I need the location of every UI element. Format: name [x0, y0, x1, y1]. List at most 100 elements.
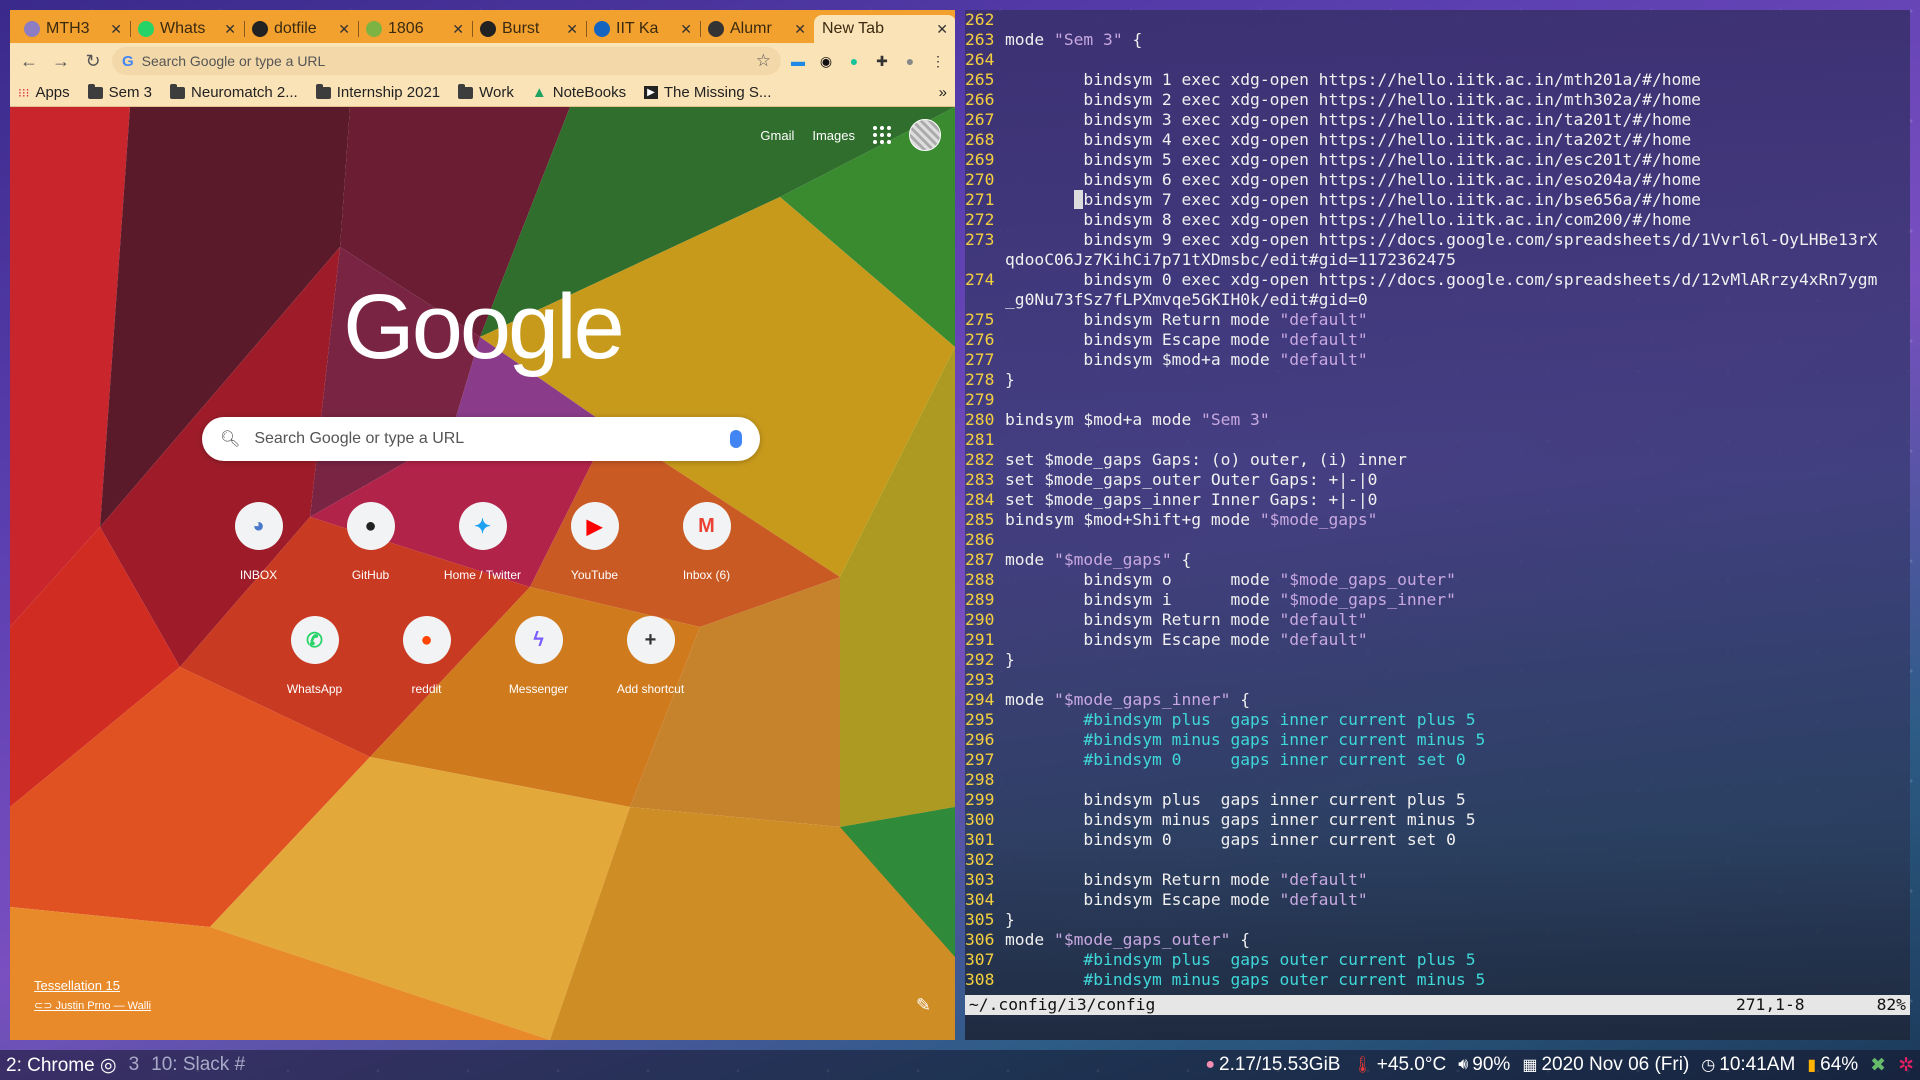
- workspace-chrome[interactable]: 2: Chrome ◎: [6, 1054, 117, 1077]
- shortcut-tile[interactable]: ✦ Home / Twitter: [433, 502, 533, 582]
- account-avatar[interactable]: [909, 119, 941, 151]
- images-link[interactable]: Images: [812, 128, 855, 143]
- ntp-top-links: Gmail Images: [760, 119, 941, 151]
- tab-5[interactable]: IIT Ka ✕: [586, 15, 700, 43]
- vim-line: 270 bindsym 6 exec xdg-open https://hell…: [965, 170, 1910, 190]
- apps-grid-icon: ⁝⁝⁝: [18, 85, 30, 100]
- line-code: bindsym Return mode "default": [1005, 310, 1910, 330]
- google-g-icon: G: [122, 52, 134, 70]
- line-number: 282: [965, 450, 995, 469]
- bookmark-1[interactable]: Sem 3: [87, 83, 152, 101]
- ntp-search-box[interactable]: 🔍︎ Search Google or type a URL: [202, 417, 760, 461]
- shortcut-tile[interactable]: ▶ YouTube: [545, 502, 645, 582]
- line-number: 306: [965, 930, 995, 949]
- back-icon[interactable]: ←: [16, 48, 42, 74]
- tab-3[interactable]: 1806 ✕: [358, 15, 472, 43]
- theme-title-link[interactable]: Tessellation 15: [34, 978, 151, 993]
- google-apps-icon[interactable]: [873, 126, 891, 144]
- extensions-puzzle-icon[interactable]: ✚: [871, 50, 893, 72]
- tab-2[interactable]: dotfile ✕: [244, 15, 358, 43]
- line-number: 273: [965, 230, 995, 249]
- bookmark-6[interactable]: ▶ The Missing S...: [644, 84, 771, 101]
- line-number: 265: [965, 70, 995, 89]
- bookmarks-overflow-button[interactable]: »: [939, 84, 947, 101]
- microphone-icon[interactable]: [730, 430, 742, 448]
- workspace-slack[interactable]: 10: Slack #: [151, 1054, 245, 1076]
- workspace-3[interactable]: 3: [129, 1054, 140, 1076]
- extension-dark-icon[interactable]: ◉: [815, 50, 837, 72]
- shortcut-reddit-icon: ●: [402, 616, 451, 664]
- reload-icon[interactable]: ↻: [80, 48, 106, 74]
- tab-close-icon[interactable]: ✕: [794, 21, 806, 38]
- profile-avatar[interactable]: ●: [899, 50, 921, 72]
- tab-close-icon[interactable]: ✕: [936, 21, 948, 38]
- customize-pencil-icon[interactable]: ✎: [916, 995, 931, 1016]
- shortcut-tile[interactable]: ● reddit: [377, 616, 477, 696]
- code-token: bindsym minus gaps inner current minus 5: [1005, 810, 1476, 829]
- bookmark-2[interactable]: Neuromatch 2...: [170, 83, 298, 101]
- tab-close-icon[interactable]: ✕: [680, 21, 692, 38]
- bookmark-star-icon[interactable]: ☆: [756, 51, 771, 71]
- shortcut-tile[interactable]: ✆ WhatsApp: [265, 616, 365, 696]
- vim-buffer[interactable]: 262 263 mode "Sem 3" {264 265 bindsym 1 exe…: [965, 10, 1910, 990]
- volume-block[interactable]: 🔊︎ 90%: [1458, 1054, 1510, 1076]
- code-token: bindsym 7 exec xdg-open https://hello.ii…: [1083, 190, 1701, 209]
- line-code: bindsym Escape mode "default": [1005, 630, 1910, 650]
- code-token: bindsym 9 exec xdg-open https://docs.goo…: [1005, 230, 1878, 249]
- shortcut-tile[interactable]: M Inbox (6): [657, 502, 757, 582]
- line-code: #bindsym plus gaps inner current plus 5: [1005, 710, 1910, 730]
- line-number: 293: [965, 670, 995, 689]
- line-code: bindsym 0 exec xdg-open https://docs.goo…: [1005, 270, 1910, 290]
- line-code: mode "Sem 3" {: [1005, 30, 1910, 50]
- line-code: mode "$mode_gaps" {: [1005, 550, 1910, 570]
- tab-0[interactable]: MTH3 ✕: [16, 15, 130, 43]
- forward-icon[interactable]: →: [48, 48, 74, 74]
- status-percent: 82%: [1876, 995, 1906, 1014]
- omnibox[interactable]: G Search Google or type a URL ☆: [112, 47, 781, 75]
- vim-line: 280 bindsym $mod+a mode "Sem 3": [965, 410, 1910, 430]
- vim-line: 298: [965, 770, 1910, 790]
- line-number: 296: [965, 730, 995, 749]
- grammarly-icon[interactable]: ●: [843, 50, 865, 72]
- theme-credit: Tessellation 15 ⊂⊃ Justin Prno — Walli: [34, 978, 151, 1012]
- extension-box-icon[interactable]: ▬: [787, 50, 809, 72]
- shortcut-tile[interactable]: ◕ INBOX: [209, 502, 309, 582]
- bookmark-4[interactable]: Work: [458, 83, 514, 101]
- tab-close-icon[interactable]: ✕: [566, 21, 578, 38]
- tray-close-icon[interactable]: ✖: [1870, 1054, 1886, 1077]
- time-value: 10:41AM: [1719, 1054, 1796, 1075]
- tab-close-icon[interactable]: ✕: [452, 21, 464, 38]
- tab-close-icon[interactable]: ✕: [338, 21, 350, 38]
- bookmark-label: Work: [479, 84, 514, 101]
- code-token: "default": [1279, 890, 1368, 909]
- terminal-window[interactable]: 262 263 mode "Sem 3" {264 265 bindsym 1 exe…: [965, 10, 1910, 1040]
- tab-7[interactable]: New Tab ✕: [814, 15, 955, 43]
- line-code: }: [1005, 650, 1910, 670]
- shortcut-label: Inbox (6): [682, 568, 731, 582]
- gmail-link[interactable]: Gmail: [760, 128, 794, 143]
- vim-line: 272 bindsym 8 exec xdg-open https://hell…: [965, 210, 1910, 230]
- tab-label: 1806: [388, 20, 424, 37]
- bookmarks-bar: ⁝⁝⁝ Apps Sem 3 Neuromatch 2... Internship 20…: [10, 79, 955, 107]
- shortcut-tile[interactable]: + Add shortcut: [601, 616, 701, 696]
- bookmark-5[interactable]: ▲ NoteBooks: [532, 84, 626, 101]
- theme-author-link[interactable]: ⊂⊃ Justin Prno — Walli: [34, 999, 151, 1012]
- vim-line: 262: [965, 10, 1910, 30]
- shortcut-home-twitter-icon: ✦: [458, 502, 507, 550]
- tab-close-icon[interactable]: ✕: [110, 21, 122, 38]
- bookmark-3[interactable]: Internship 2021: [315, 83, 440, 101]
- folder-icon: [87, 83, 103, 99]
- shortcut-tile[interactable]: ● GitHub: [321, 502, 421, 582]
- shortcut-tile[interactable]: ϟ Messenger: [489, 616, 589, 696]
- tab-close-icon[interactable]: ✕: [224, 21, 236, 38]
- tab-4[interactable]: Burst ✕: [472, 15, 586, 43]
- bookmark-0[interactable]: ⁝⁝⁝ Apps: [18, 84, 70, 101]
- line-code: set $mode_gaps_inner Inner Gaps: +|-|0: [1005, 490, 1910, 510]
- code-token: "$mode_gaps_outer": [1279, 570, 1456, 589]
- line-code: bindsym $mod+a mode "Sem 3": [1005, 410, 1910, 430]
- tray-slack-icon[interactable]: ✲: [1898, 1054, 1914, 1077]
- menu-kebab-icon[interactable]: ⋮: [927, 50, 949, 72]
- tab-1[interactable]: Whats ✕: [130, 15, 244, 43]
- tab-6[interactable]: Alumr ✕: [700, 15, 814, 43]
